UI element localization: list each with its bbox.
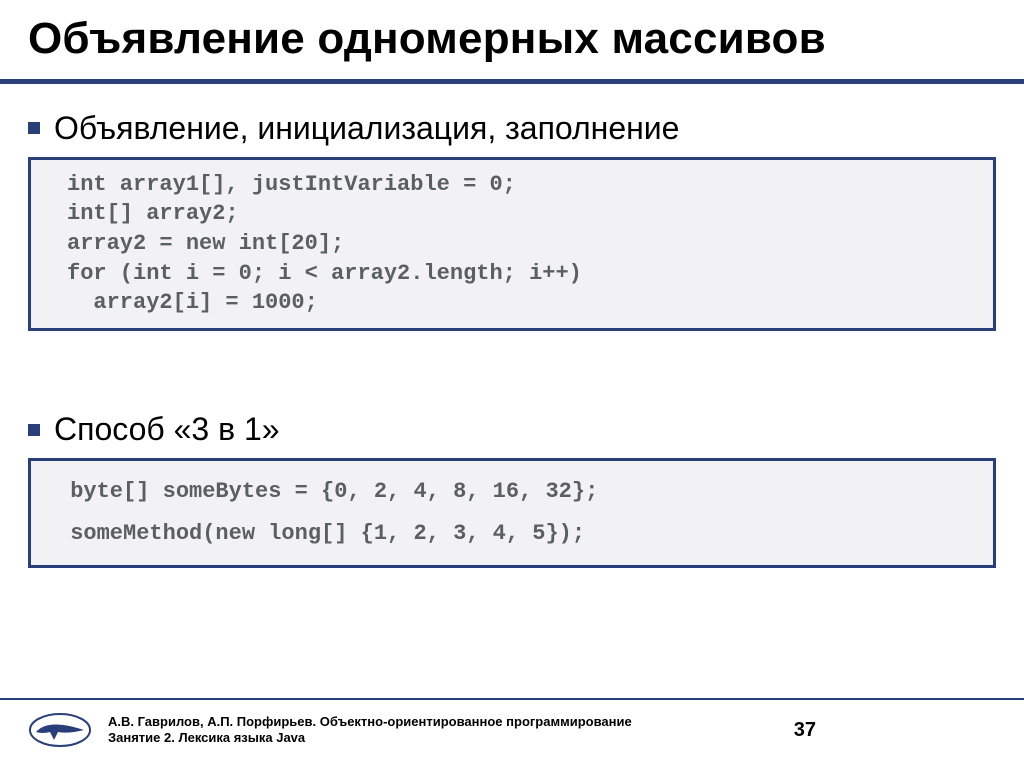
title-area: Объявление одномерных массивов <box>0 0 1024 71</box>
bullet-item: Способ «3 в 1» <box>28 411 996 448</box>
bullet-square-icon <box>28 122 40 134</box>
slide-title: Объявление одномерных массивов <box>28 14 996 65</box>
footer-text: А.В. Гаврилов, А.П. Порфирьев. Объектно-… <box>108 714 778 747</box>
code-block-2: byte[] someBytes = {0, 2, 4, 8, 16, 32};… <box>28 458 996 568</box>
footer-rule <box>0 698 1024 700</box>
bullet-text: Объявление, инициализация, заполнение <box>54 110 679 147</box>
code-block-1: int array1[], justIntVariable = 0; int[]… <box>28 157 996 331</box>
logo-icon <box>28 710 92 750</box>
bullet-text: Способ «3 в 1» <box>54 411 280 448</box>
content-area: Объявление, инициализация, заполнение in… <box>0 84 1024 768</box>
bullet-item: Объявление, инициализация, заполнение <box>28 110 996 147</box>
slide: Объявление одномерных массивов Объявлени… <box>0 0 1024 768</box>
page-number: 37 <box>794 719 996 742</box>
footer: А.В. Гаврилов, А.П. Порфирьев. Объектно-… <box>0 698 1024 768</box>
spacer <box>28 331 996 403</box>
bullet-square-icon <box>28 424 40 436</box>
footer-line-2: Занятие 2. Лексика языка Java <box>108 730 778 746</box>
footer-line-1: А.В. Гаврилов, А.П. Порфирьев. Объектно-… <box>108 714 778 730</box>
footer-row: А.В. Гаврилов, А.П. Порфирьев. Объектно-… <box>0 710 1024 768</box>
